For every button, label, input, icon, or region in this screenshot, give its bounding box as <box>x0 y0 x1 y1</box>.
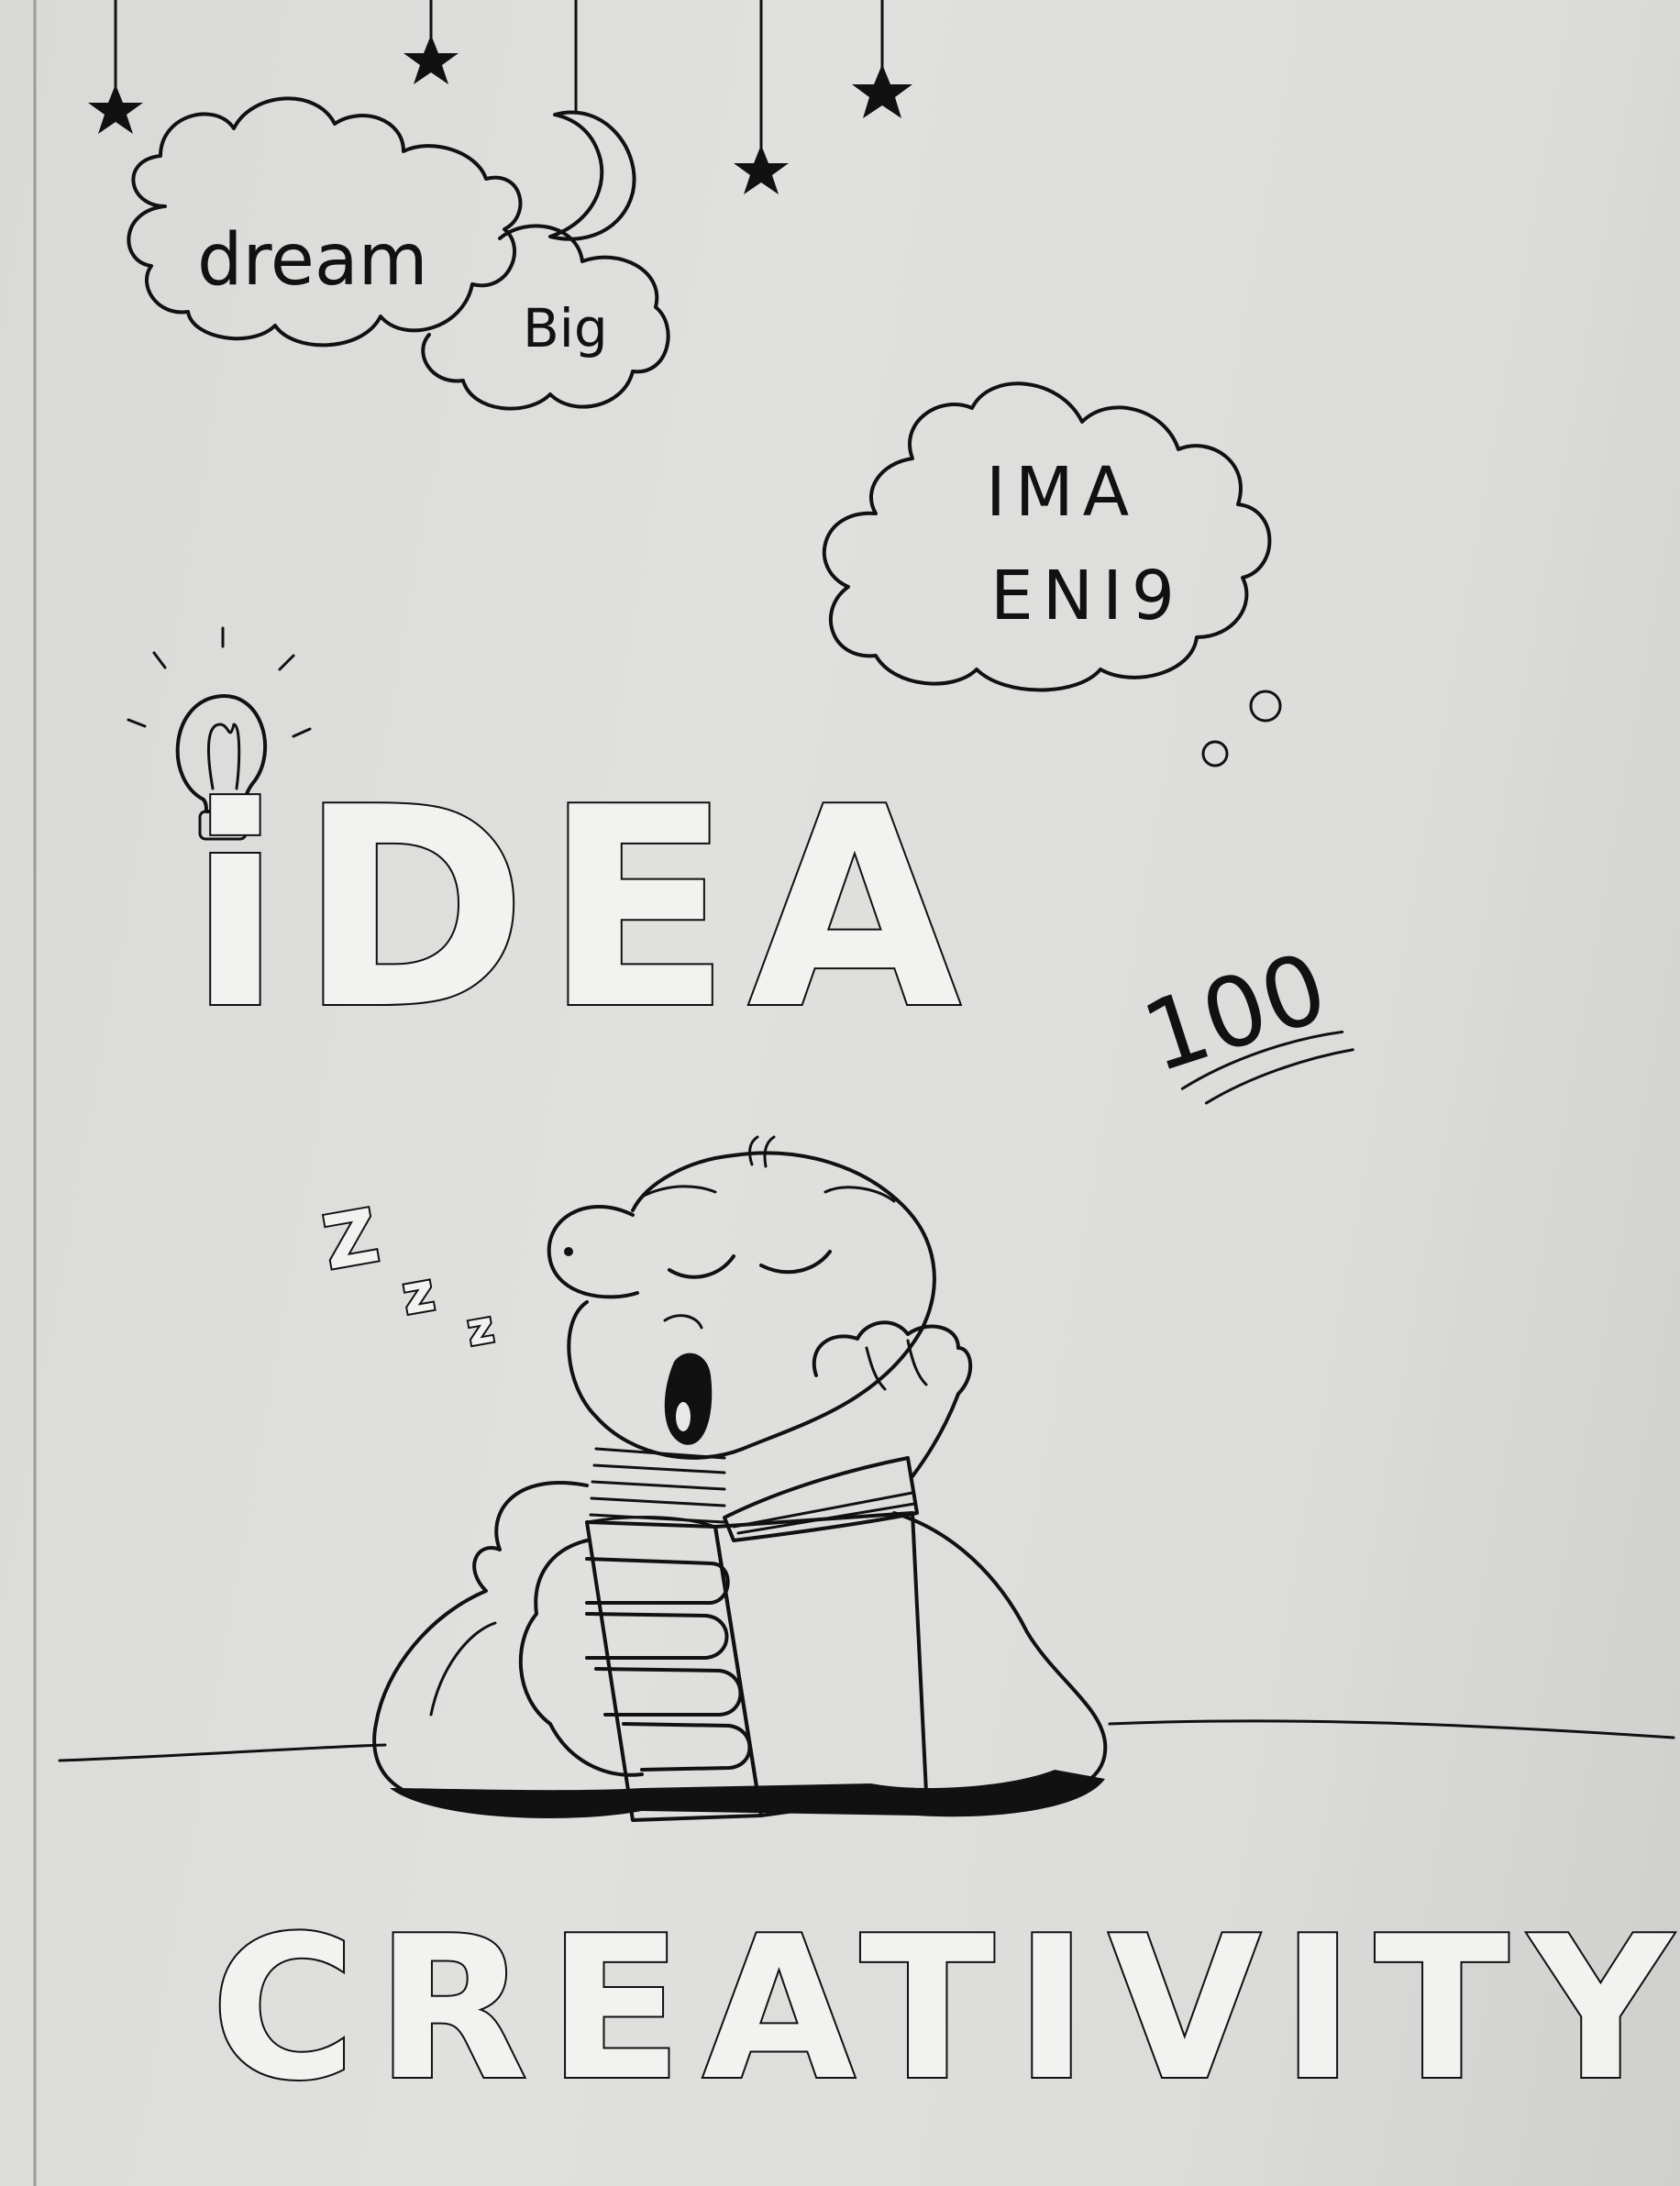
idea-word: iDEA <box>188 749 978 1069</box>
striped-collar <box>589 1447 726 1524</box>
imagine-cloud: IMA ENI9 <box>823 381 1282 767</box>
moon-icon <box>548 110 636 241</box>
score-100: 100 <box>1131 931 1354 1105</box>
cloud-text-line1: IMA <box>986 453 1138 532</box>
snore-z: z <box>398 1260 439 1327</box>
sketch-drawing: dream Big IMA ENI9 iDEA 100 Z z z CREATI… <box>33 0 1680 2186</box>
snore-z: Z <box>317 1193 384 1286</box>
book <box>585 1456 928 1822</box>
hanging-stars <box>88 0 912 194</box>
cloud-text-line2: ENI9 <box>990 557 1184 635</box>
creativity-word: CREATIVITY <box>211 1893 1680 2124</box>
star-icon <box>734 145 789 194</box>
star-icon <box>852 64 912 118</box>
score-text: 100 <box>1131 931 1340 1094</box>
dream-cloud: dream Big <box>127 96 670 411</box>
snore-z: z <box>463 1301 497 1356</box>
open-mouth <box>664 1352 713 1445</box>
cloud-word-big: Big <box>523 297 608 359</box>
snore-zs: Z z z <box>315 1191 499 1358</box>
cloud-word-dream: dream <box>197 219 428 302</box>
holding-hand <box>518 1539 752 1777</box>
star-icon <box>88 84 143 134</box>
star-icon <box>403 35 459 84</box>
thought-bubble-dot <box>1201 740 1229 767</box>
sleeping-reader <box>372 1135 1108 1822</box>
shoulder-shadow <box>390 1770 1105 1818</box>
thought-bubble-dot <box>1249 690 1282 723</box>
table-edge <box>58 1719 1675 1762</box>
